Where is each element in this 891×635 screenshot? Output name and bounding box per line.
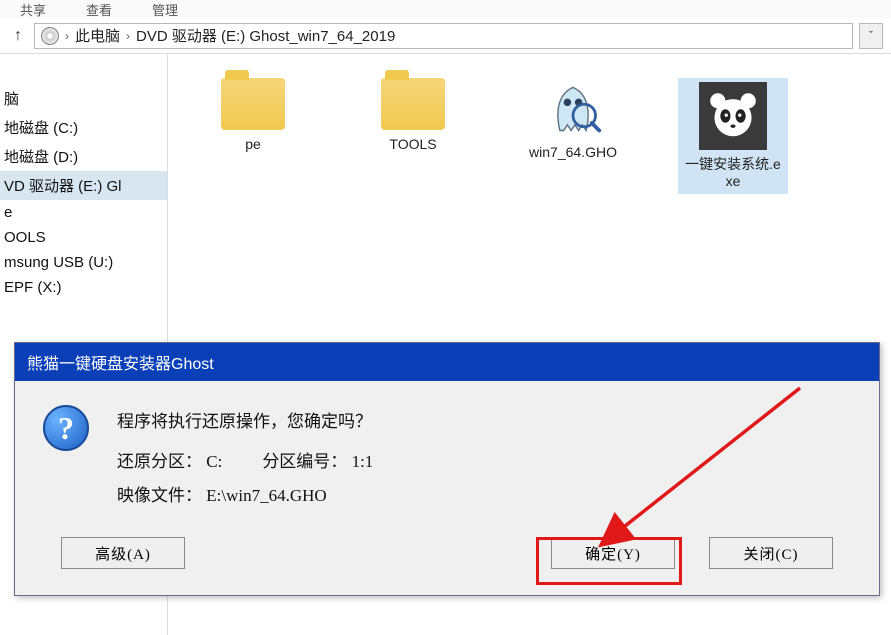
toolbar-share[interactable]: 共享 [20, 0, 46, 19]
chevron-down-icon: ˇ [869, 30, 873, 42]
tree-item[interactable]: 脑 [0, 84, 167, 113]
tree-item[interactable]: VD 驱动器 (E:) Gl [0, 171, 167, 200]
advanced-button[interactable]: 高级(A) [61, 537, 185, 569]
tree-item[interactable]: 地磁盘 (C:) [0, 113, 167, 142]
tree-item[interactable]: e [0, 200, 167, 225]
breadcrumb-drive[interactable]: DVD 驱动器 (E:) Ghost_win7_64_2019 [136, 25, 395, 46]
close-button[interactable]: 关闭(C) [709, 537, 833, 569]
panda-icon [699, 82, 767, 150]
ghost-icon [543, 78, 603, 138]
file-label: TOOLS [389, 136, 436, 153]
restore-partition-row: 还原分区： C: [117, 445, 222, 479]
top-toolbar: 共享 查看 管理 [0, 0, 891, 18]
toolbar-manage[interactable]: 管理 [152, 0, 178, 19]
tree-item[interactable]: 地磁盘 (D:) [0, 142, 167, 171]
breadcrumb-root[interactable]: 此电脑 [75, 25, 120, 46]
question-icon: ? [43, 405, 89, 451]
folder-icon [381, 78, 445, 130]
dialog-body: ? 程序将执行还原操作，您确定吗？ 还原分区： C: 分区编号： 1:1 映像文… [15, 381, 879, 531]
file-item[interactable]: pe [198, 78, 308, 153]
tree-item[interactable]: msung USB (U:) [0, 250, 167, 275]
chevron-right-icon: › [126, 29, 130, 43]
folder-icon [221, 78, 285, 130]
tree-item[interactable]: EPF (X:) [0, 275, 167, 300]
breadcrumb-bar: ↑ › 此电脑 › DVD 驱动器 (E:) Ghost_win7_64_201… [0, 18, 891, 54]
image-file-row: 映像文件： E:\win7_64.GHO [117, 479, 373, 513]
disc-icon [41, 27, 59, 45]
address-bar[interactable]: › 此电脑 › DVD 驱动器 (E:) Ghost_win7_64_2019 [34, 23, 853, 49]
toolbar-view[interactable]: 查看 [86, 0, 112, 19]
confirm-dialog: 熊猫一键硬盘安装器Ghost ? 程序将执行还原操作，您确定吗？ 还原分区： C… [14, 342, 880, 596]
tree-item[interactable]: OOLS [0, 225, 167, 250]
dialog-message: 程序将执行还原操作，您确定吗？ [117, 405, 373, 439]
address-dropdown-button[interactable]: ˇ [859, 23, 883, 49]
file-label: win7_64.GHO [529, 144, 617, 161]
dialog-title: 熊猫一键硬盘安装器Ghost [15, 343, 879, 381]
nav-up-icon[interactable]: ↑ [8, 26, 28, 46]
ok-button[interactable]: 确定(Y) [551, 537, 675, 569]
file-item[interactable]: win7_64.GHO [518, 78, 628, 161]
file-item[interactable]: TOOLS [358, 78, 468, 153]
partition-number-row: 分区编号： 1:1 [262, 445, 373, 479]
file-label: pe [245, 136, 261, 153]
chevron-right-icon: › [65, 29, 69, 43]
dialog-text: 程序将执行还原操作，您确定吗？ 还原分区： C: 分区编号： 1:1 映像文件：… [117, 405, 373, 513]
file-label: 一键安装系统.exe [682, 156, 784, 190]
dialog-button-row: 高级(A) 确定(Y) 关闭(C) [15, 531, 879, 595]
file-item[interactable]: 一键安装系统.exe [678, 78, 788, 194]
